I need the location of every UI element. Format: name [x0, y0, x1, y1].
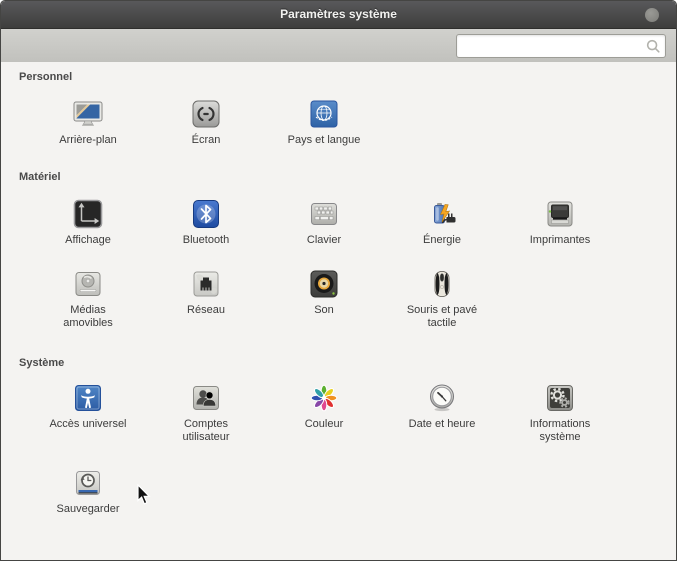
backup-icon — [72, 467, 104, 499]
settings-panel: Personnel Arrière-plan — [1, 62, 676, 560]
bluetooth-icon — [190, 198, 222, 230]
section-header-personnel: Personnel — [19, 71, 72, 83]
launcher-label: Énergie — [423, 234, 461, 247]
launcher-label: Couleur — [305, 418, 344, 431]
row-personnel: Arrière-plan Écran — [29, 98, 383, 147]
window-button-icon[interactable] — [645, 8, 659, 22]
screen-brightness-icon — [190, 98, 222, 130]
section-header-materiel: Matériel — [19, 171, 61, 183]
launcher-sauvegarder[interactable]: Sauvegarder — [29, 467, 147, 516]
launcher-label: Affichage — [65, 234, 111, 247]
search-input[interactable] — [463, 36, 639, 56]
color-icon — [308, 382, 340, 414]
launcher-ecran[interactable]: Écran — [147, 98, 265, 147]
launcher-label: Son — [314, 304, 334, 317]
search-box — [456, 34, 666, 58]
launcher-comptes-utilisateur[interactable]: Comptes utilisateur — [147, 382, 265, 444]
network-icon — [190, 268, 222, 300]
row-systeme-2: Sauvegarder — [29, 467, 147, 516]
launcher-couleur[interactable]: Couleur — [265, 382, 383, 444]
window-title: Paramètres système — [1, 7, 676, 21]
row-materiel-1: Affichage Bluetooth — [29, 198, 619, 247]
launcher-souris-pave-tactile[interactable]: Souris et pavé tactile — [383, 268, 501, 330]
launcher-arriere-plan[interactable]: Arrière-plan — [29, 98, 147, 147]
background-icon — [72, 98, 104, 130]
keyboard-icon — [308, 198, 340, 230]
launcher-label: Écran — [192, 134, 221, 147]
datetime-icon — [426, 382, 458, 414]
launcher-label: Date et heure — [409, 418, 476, 431]
launcher-label: Comptes utilisateur — [182, 418, 229, 444]
section-header-systeme: Système — [19, 357, 64, 369]
launcher-pays-et-langue[interactable]: Pays et langue — [265, 98, 383, 147]
launcher-label: Bluetooth — [183, 234, 229, 247]
launcher-label: Sauvegarder — [57, 503, 120, 516]
titlebar[interactable]: Paramètres système — [1, 1, 676, 29]
region-language-icon — [308, 98, 340, 130]
removable-media-icon — [72, 268, 104, 300]
launcher-affichage[interactable]: Affichage — [29, 198, 147, 247]
launcher-label: Médias amovibles — [63, 304, 113, 330]
system-settings-window: Paramètres système Personnel — [0, 0, 677, 561]
universal-access-icon — [72, 382, 104, 414]
launcher-energie[interactable]: Énergie — [383, 198, 501, 247]
row-materiel-2: Médias amovibles Réseau — [29, 268, 501, 330]
launcher-informations-systeme[interactable]: Informations système — [501, 382, 619, 444]
toolbar — [1, 29, 676, 63]
launcher-son[interactable]: Son — [265, 268, 383, 330]
launcher-label: Arrière-plan — [59, 134, 116, 147]
launcher-acces-universel[interactable]: Accès universel — [29, 382, 147, 444]
mouse-icon — [426, 268, 458, 300]
power-icon — [426, 198, 458, 230]
launcher-label: Réseau — [187, 304, 225, 317]
system-info-icon — [544, 382, 576, 414]
launcher-label: Imprimantes — [530, 234, 591, 247]
launcher-label: Informations système — [530, 418, 591, 444]
launcher-reseau[interactable]: Réseau — [147, 268, 265, 330]
search-icon — [645, 38, 661, 54]
launcher-label: Accès universel — [49, 418, 126, 431]
launcher-label: Clavier — [307, 234, 341, 247]
launcher-label: Pays et langue — [288, 134, 361, 147]
launcher-medias-amovibles[interactable]: Médias amovibles — [29, 268, 147, 330]
launcher-bluetooth[interactable]: Bluetooth — [147, 198, 265, 247]
sound-icon — [308, 268, 340, 300]
launcher-date-et-heure[interactable]: Date et heure — [383, 382, 501, 444]
printer-icon — [544, 198, 576, 230]
row-systeme-1: Accès universel Comptes utilisateur — [29, 382, 619, 444]
user-accounts-icon — [190, 382, 222, 414]
launcher-imprimantes[interactable]: Imprimantes — [501, 198, 619, 247]
launcher-clavier[interactable]: Clavier — [265, 198, 383, 247]
launcher-label: Souris et pavé tactile — [407, 304, 477, 330]
display-icon — [72, 198, 104, 230]
